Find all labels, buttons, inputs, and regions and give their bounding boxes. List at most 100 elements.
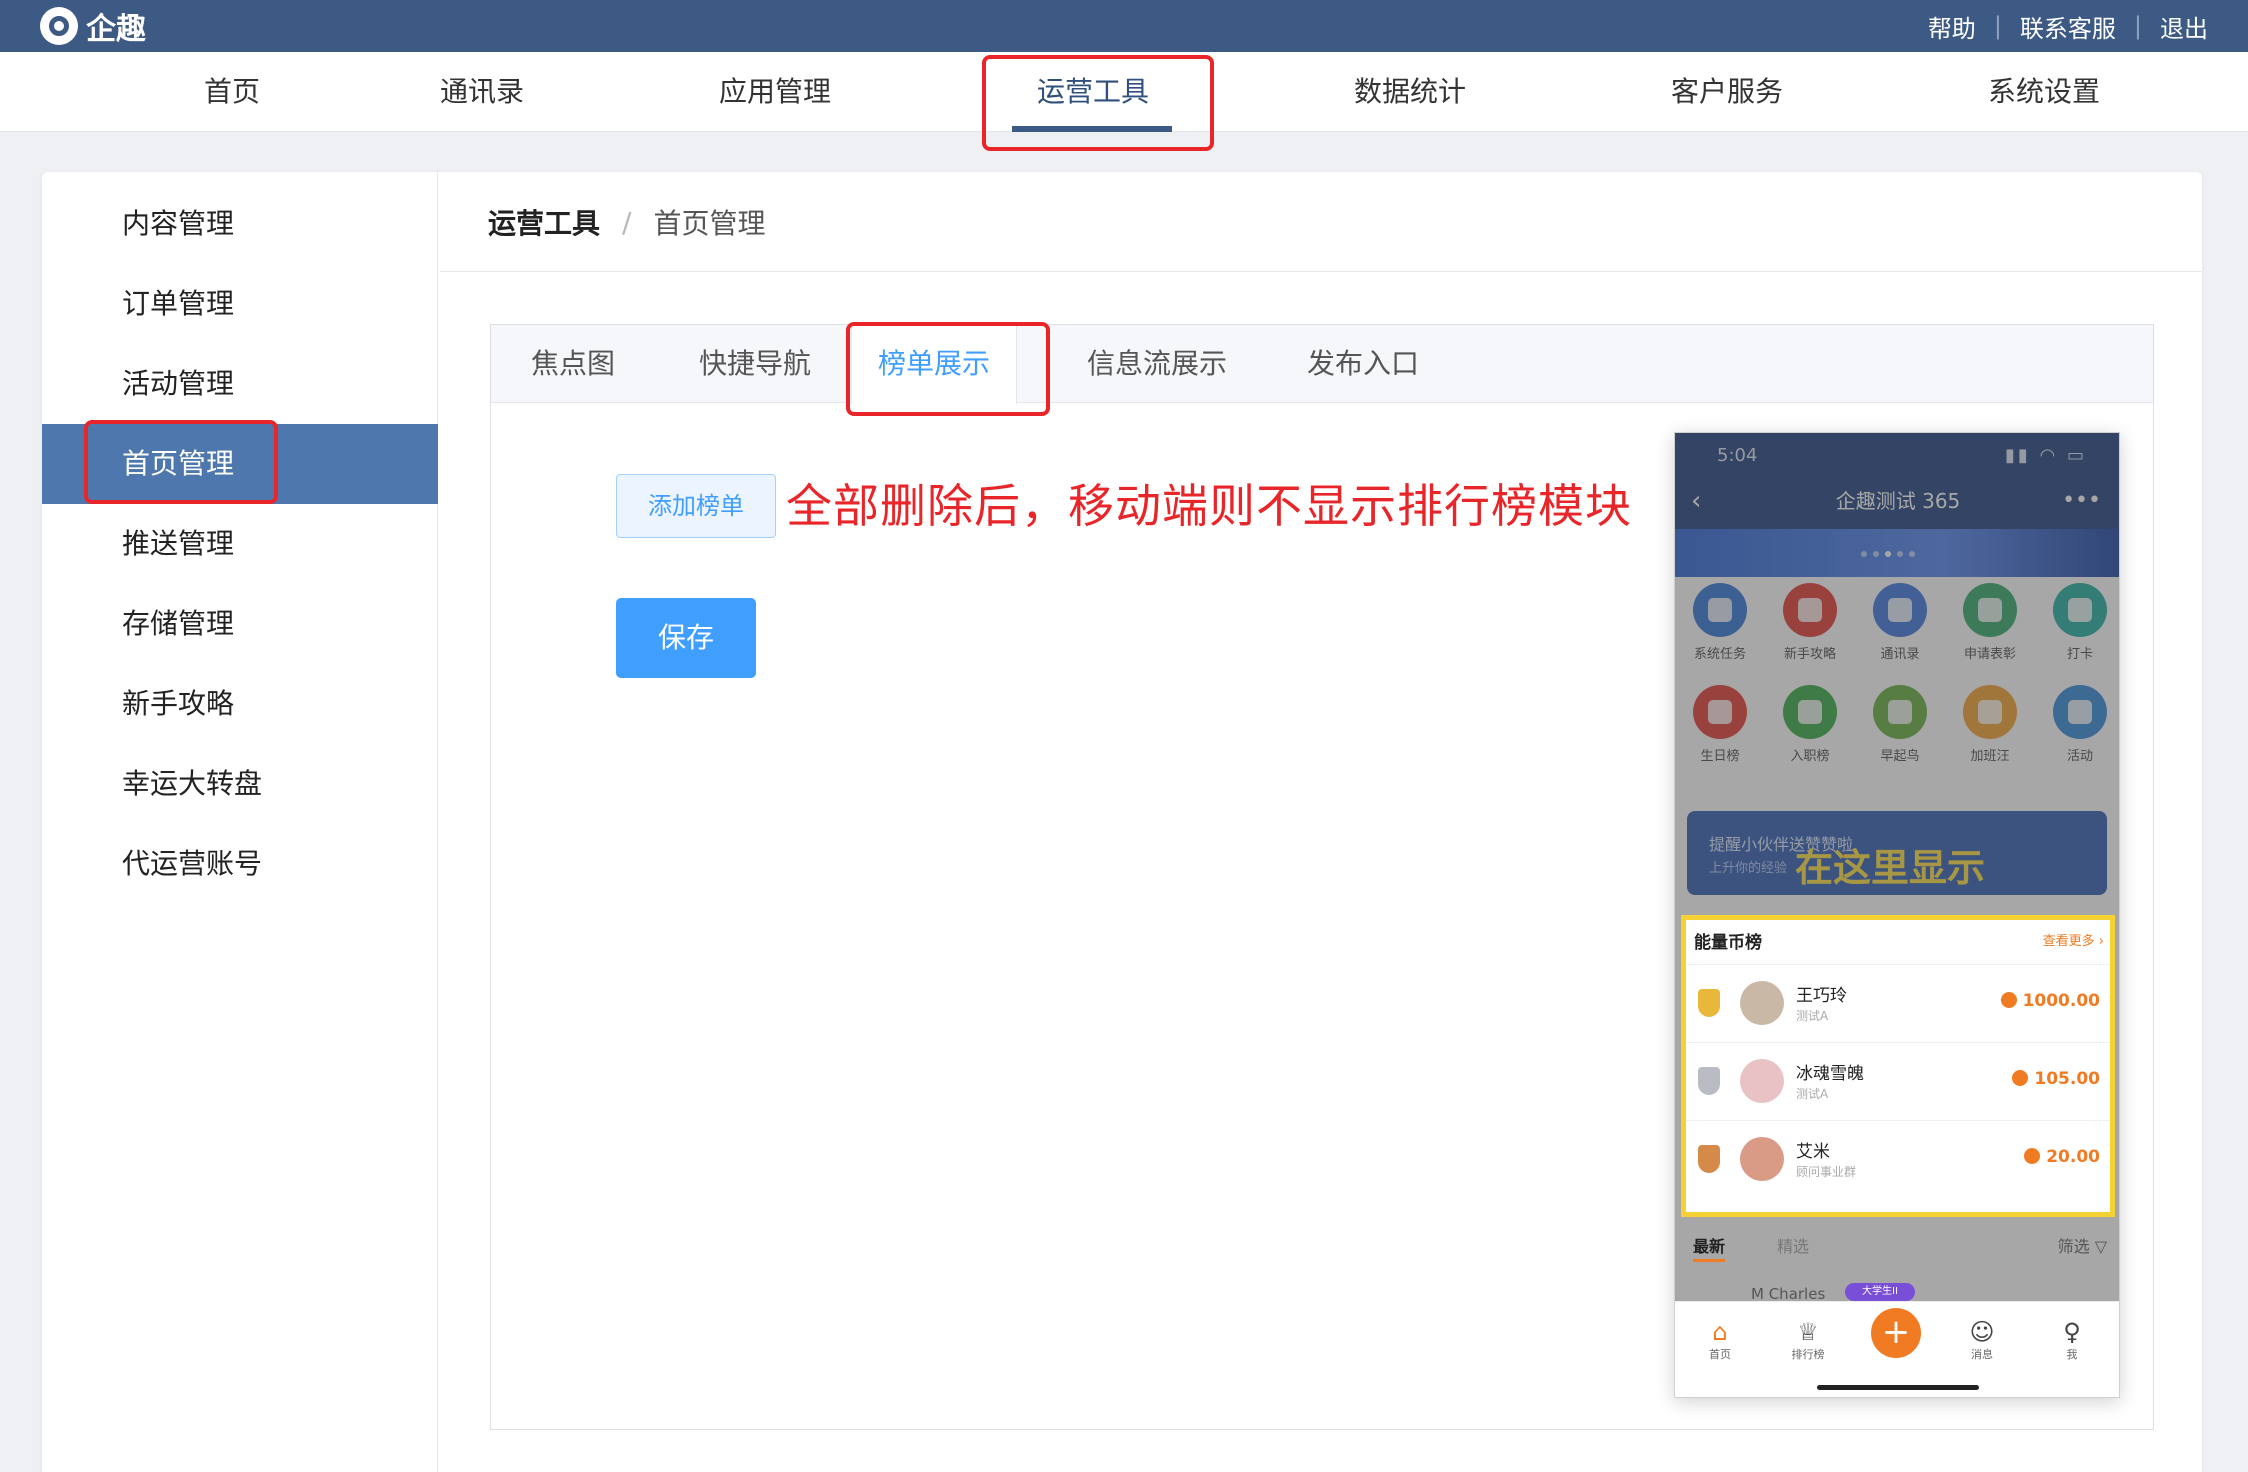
pagination-dot bbox=[1873, 551, 1879, 557]
app-label: 早起鸟 bbox=[1880, 749, 1920, 764]
ranking-name: 艾米 bbox=[1796, 1142, 1830, 1162]
tab-ranking-display[interactable]: 榜单展示 bbox=[851, 325, 1017, 404]
top-link-divider: | bbox=[1993, 12, 2002, 40]
energy-coin-icon bbox=[2000, 992, 2017, 1008]
top-links: 帮助 | 联系客服 | 退出 bbox=[1928, 6, 2208, 46]
ranking-more-link[interactable]: 查看更多 › bbox=[2043, 930, 2104, 949]
ranking-row[interactable]: 艾米 顾问事业群 20.00 bbox=[1686, 1120, 2110, 1198]
breadcrumb-parent[interactable]: 运营工具 bbox=[488, 202, 600, 242]
feed-filter-label: 筛选 bbox=[2057, 1237, 2090, 1256]
ranking-row[interactable]: 王巧玲 测试A 1000.00 bbox=[1686, 964, 2110, 1042]
home-icon: ⌂ bbox=[1712, 1318, 1728, 1346]
phone-tab-label: 我 bbox=[2066, 1348, 2078, 1361]
app-overtime[interactable]: 加班汪 bbox=[1945, 685, 2035, 764]
ranking-score-value: 20.00 bbox=[2046, 1147, 2100, 1167]
early-bird-icon bbox=[1873, 685, 1927, 739]
bronze-medal-icon bbox=[1698, 1145, 1720, 1173]
brand[interactable]: 企趣 bbox=[40, 4, 146, 48]
app-clock-in[interactable]: 打卡 bbox=[2035, 583, 2119, 662]
sidebar-item-proxy-account[interactable]: 代运营账号 bbox=[42, 824, 438, 904]
ranking-row[interactable]: 冰魂雪魄 测试A 105.00 bbox=[1686, 1042, 2110, 1120]
nav-item-app-management[interactable]: 应用管理 bbox=[719, 52, 831, 132]
app-label: 活动 bbox=[2066, 749, 2093, 764]
top-bar: 企趣 帮助 | 联系客服 | 退出 bbox=[0, 0, 2248, 52]
pagination-dot-active bbox=[1885, 551, 1891, 557]
sidebar-item-activities[interactable]: 活动管理 bbox=[42, 344, 438, 424]
nav-item-system-settings[interactable]: 系统设置 bbox=[1988, 52, 2100, 132]
phone-title: 企趣测试 365 bbox=[1835, 489, 1961, 513]
app-birthday-ranking[interactable]: 生日榜 bbox=[1675, 685, 1765, 764]
phone-app-grid: 系统任务 新手攻略 通讯录 申请表彰 打卡 生日榜 入职榜 早起鸟 加班汪 活动 bbox=[1675, 583, 2119, 813]
ranking-score-value: 1000.00 bbox=[2022, 991, 2100, 1011]
app-label: 系统任务 bbox=[1693, 647, 1746, 662]
signal-wifi-battery-icon: ▮▮ ◠ ▭ bbox=[2005, 445, 2087, 466]
breadcrumb-current: 首页管理 bbox=[653, 207, 766, 240]
nav-item-contacts[interactable]: 通讯录 bbox=[440, 52, 524, 132]
nav-item-customer-service[interactable]: 客户服务 bbox=[1671, 52, 1783, 132]
system-tasks-icon bbox=[1693, 583, 1747, 637]
feed-tab-featured[interactable]: 精选 bbox=[1777, 1233, 1809, 1257]
phone-tab-ranking[interactable]: ♕ 排行榜 bbox=[1773, 1318, 1843, 1362]
logout-link[interactable]: 退出 bbox=[2160, 9, 2208, 44]
tip-line-2: 上升你的经验 bbox=[1709, 861, 1788, 876]
sidebar-item-homepage[interactable]: 首页管理 bbox=[42, 424, 438, 504]
annotation-text: 全部删除后，移动端则不显示排行榜模块 bbox=[786, 479, 1632, 533]
energy-coin-icon bbox=[2012, 1070, 2029, 1086]
ranking-name: 王巧玲 bbox=[1796, 986, 1847, 1006]
app-beginner-guide[interactable]: 新手攻略 bbox=[1765, 583, 1855, 662]
avatar bbox=[1740, 1059, 1784, 1103]
ranking-score-value: 105.00 bbox=[2034, 1069, 2100, 1089]
sidebar-item-lucky-wheel[interactable]: 幸运大转盘 bbox=[42, 744, 438, 824]
sidebar-item-push[interactable]: 推送管理 bbox=[42, 504, 438, 584]
feed-filter[interactable]: 筛选 ▽ bbox=[2058, 1233, 2107, 1257]
sidebar-item-guide[interactable]: 新手攻略 bbox=[42, 664, 438, 744]
praise-tip-banner[interactable]: 提醒小伙伴送赞赞啦 上升你的经验 在这里显示 bbox=[1687, 811, 2107, 895]
sidebar-item-content[interactable]: 内容管理 bbox=[42, 184, 438, 264]
home-indicator bbox=[1817, 1385, 1979, 1390]
contact-support-link[interactable]: 联系客服 bbox=[2020, 9, 2116, 44]
back-arrow-icon[interactable]: ‹ bbox=[1691, 473, 1701, 529]
phone-tab-home[interactable]: ⌂ 首页 bbox=[1685, 1318, 1755, 1362]
nav-item-home[interactable]: 首页 bbox=[204, 52, 260, 132]
app-label: 入职榜 bbox=[1790, 749, 1830, 764]
overtime-icon bbox=[1963, 685, 2017, 739]
save-button[interactable]: 保存 bbox=[616, 598, 756, 678]
phone-tab-messages[interactable]: ☺ 消息 bbox=[1947, 1318, 2017, 1362]
tip-highlight: 在这里显示 bbox=[1795, 846, 1986, 890]
phone-banner[interactable] bbox=[1675, 529, 2119, 577]
app-onboarding-ranking[interactable]: 入职榜 bbox=[1765, 685, 1855, 764]
more-dots-icon[interactable]: ••• bbox=[2062, 473, 2101, 529]
beginner-guide-icon bbox=[1783, 583, 1837, 637]
clock-in-icon bbox=[2053, 583, 2107, 637]
add-post-button[interactable]: + bbox=[1871, 1308, 1921, 1358]
app-contacts[interactable]: 通讯录 bbox=[1855, 583, 1945, 662]
app-early-bird[interactable]: 早起鸟 bbox=[1855, 685, 1945, 764]
nav-item-operation-tools[interactable]: 运营工具 bbox=[1037, 52, 1149, 132]
feed-tab-latest[interactable]: 最新 bbox=[1693, 1233, 1725, 1257]
add-ranking-button[interactable]: 添加榜单 bbox=[616, 474, 776, 538]
tab-focus-image[interactable]: 焦点图 bbox=[531, 325, 615, 403]
sidebar-item-orders[interactable]: 订单管理 bbox=[42, 264, 438, 344]
top-link-divider: | bbox=[2133, 12, 2142, 40]
ranking-score: 1000.00 bbox=[2000, 991, 2100, 1011]
app-commendation[interactable]: 申请表彰 bbox=[1945, 583, 2035, 662]
pagination-dot bbox=[1897, 551, 1903, 557]
ranking-name: 冰魂雪魄 bbox=[1796, 1064, 1864, 1084]
nav-item-statistics[interactable]: 数据统计 bbox=[1354, 52, 1466, 132]
app-label: 生日榜 bbox=[1700, 749, 1740, 764]
help-link[interactable]: 帮助 bbox=[1928, 9, 1976, 44]
energy-coin-icon bbox=[2024, 1148, 2041, 1164]
app-activity[interactable]: 活动 bbox=[2035, 685, 2119, 764]
tab-publish-entry[interactable]: 发布入口 bbox=[1307, 325, 1419, 403]
app-label: 打卡 bbox=[2066, 647, 2093, 662]
tab-feed-display[interactable]: 信息流展示 bbox=[1087, 325, 1227, 403]
phone-tab-me[interactable]: ♀ 我 bbox=[2037, 1318, 2107, 1362]
sidebar-item-storage[interactable]: 存储管理 bbox=[42, 584, 438, 664]
feed-tab-indicator bbox=[1693, 1259, 1725, 1262]
app-label: 申请表彰 bbox=[1963, 647, 2016, 662]
ranking-team: 测试A bbox=[1796, 1009, 1829, 1023]
pagination-dot bbox=[1909, 551, 1915, 557]
tab-quick-nav[interactable]: 快捷导航 bbox=[699, 325, 811, 403]
phone-tab-bar: ⌂ 首页 ♕ 排行榜 + ☺ 消息 ♀ 我 bbox=[1675, 1301, 2119, 1397]
app-system-tasks[interactable]: 系统任务 bbox=[1675, 583, 1765, 662]
